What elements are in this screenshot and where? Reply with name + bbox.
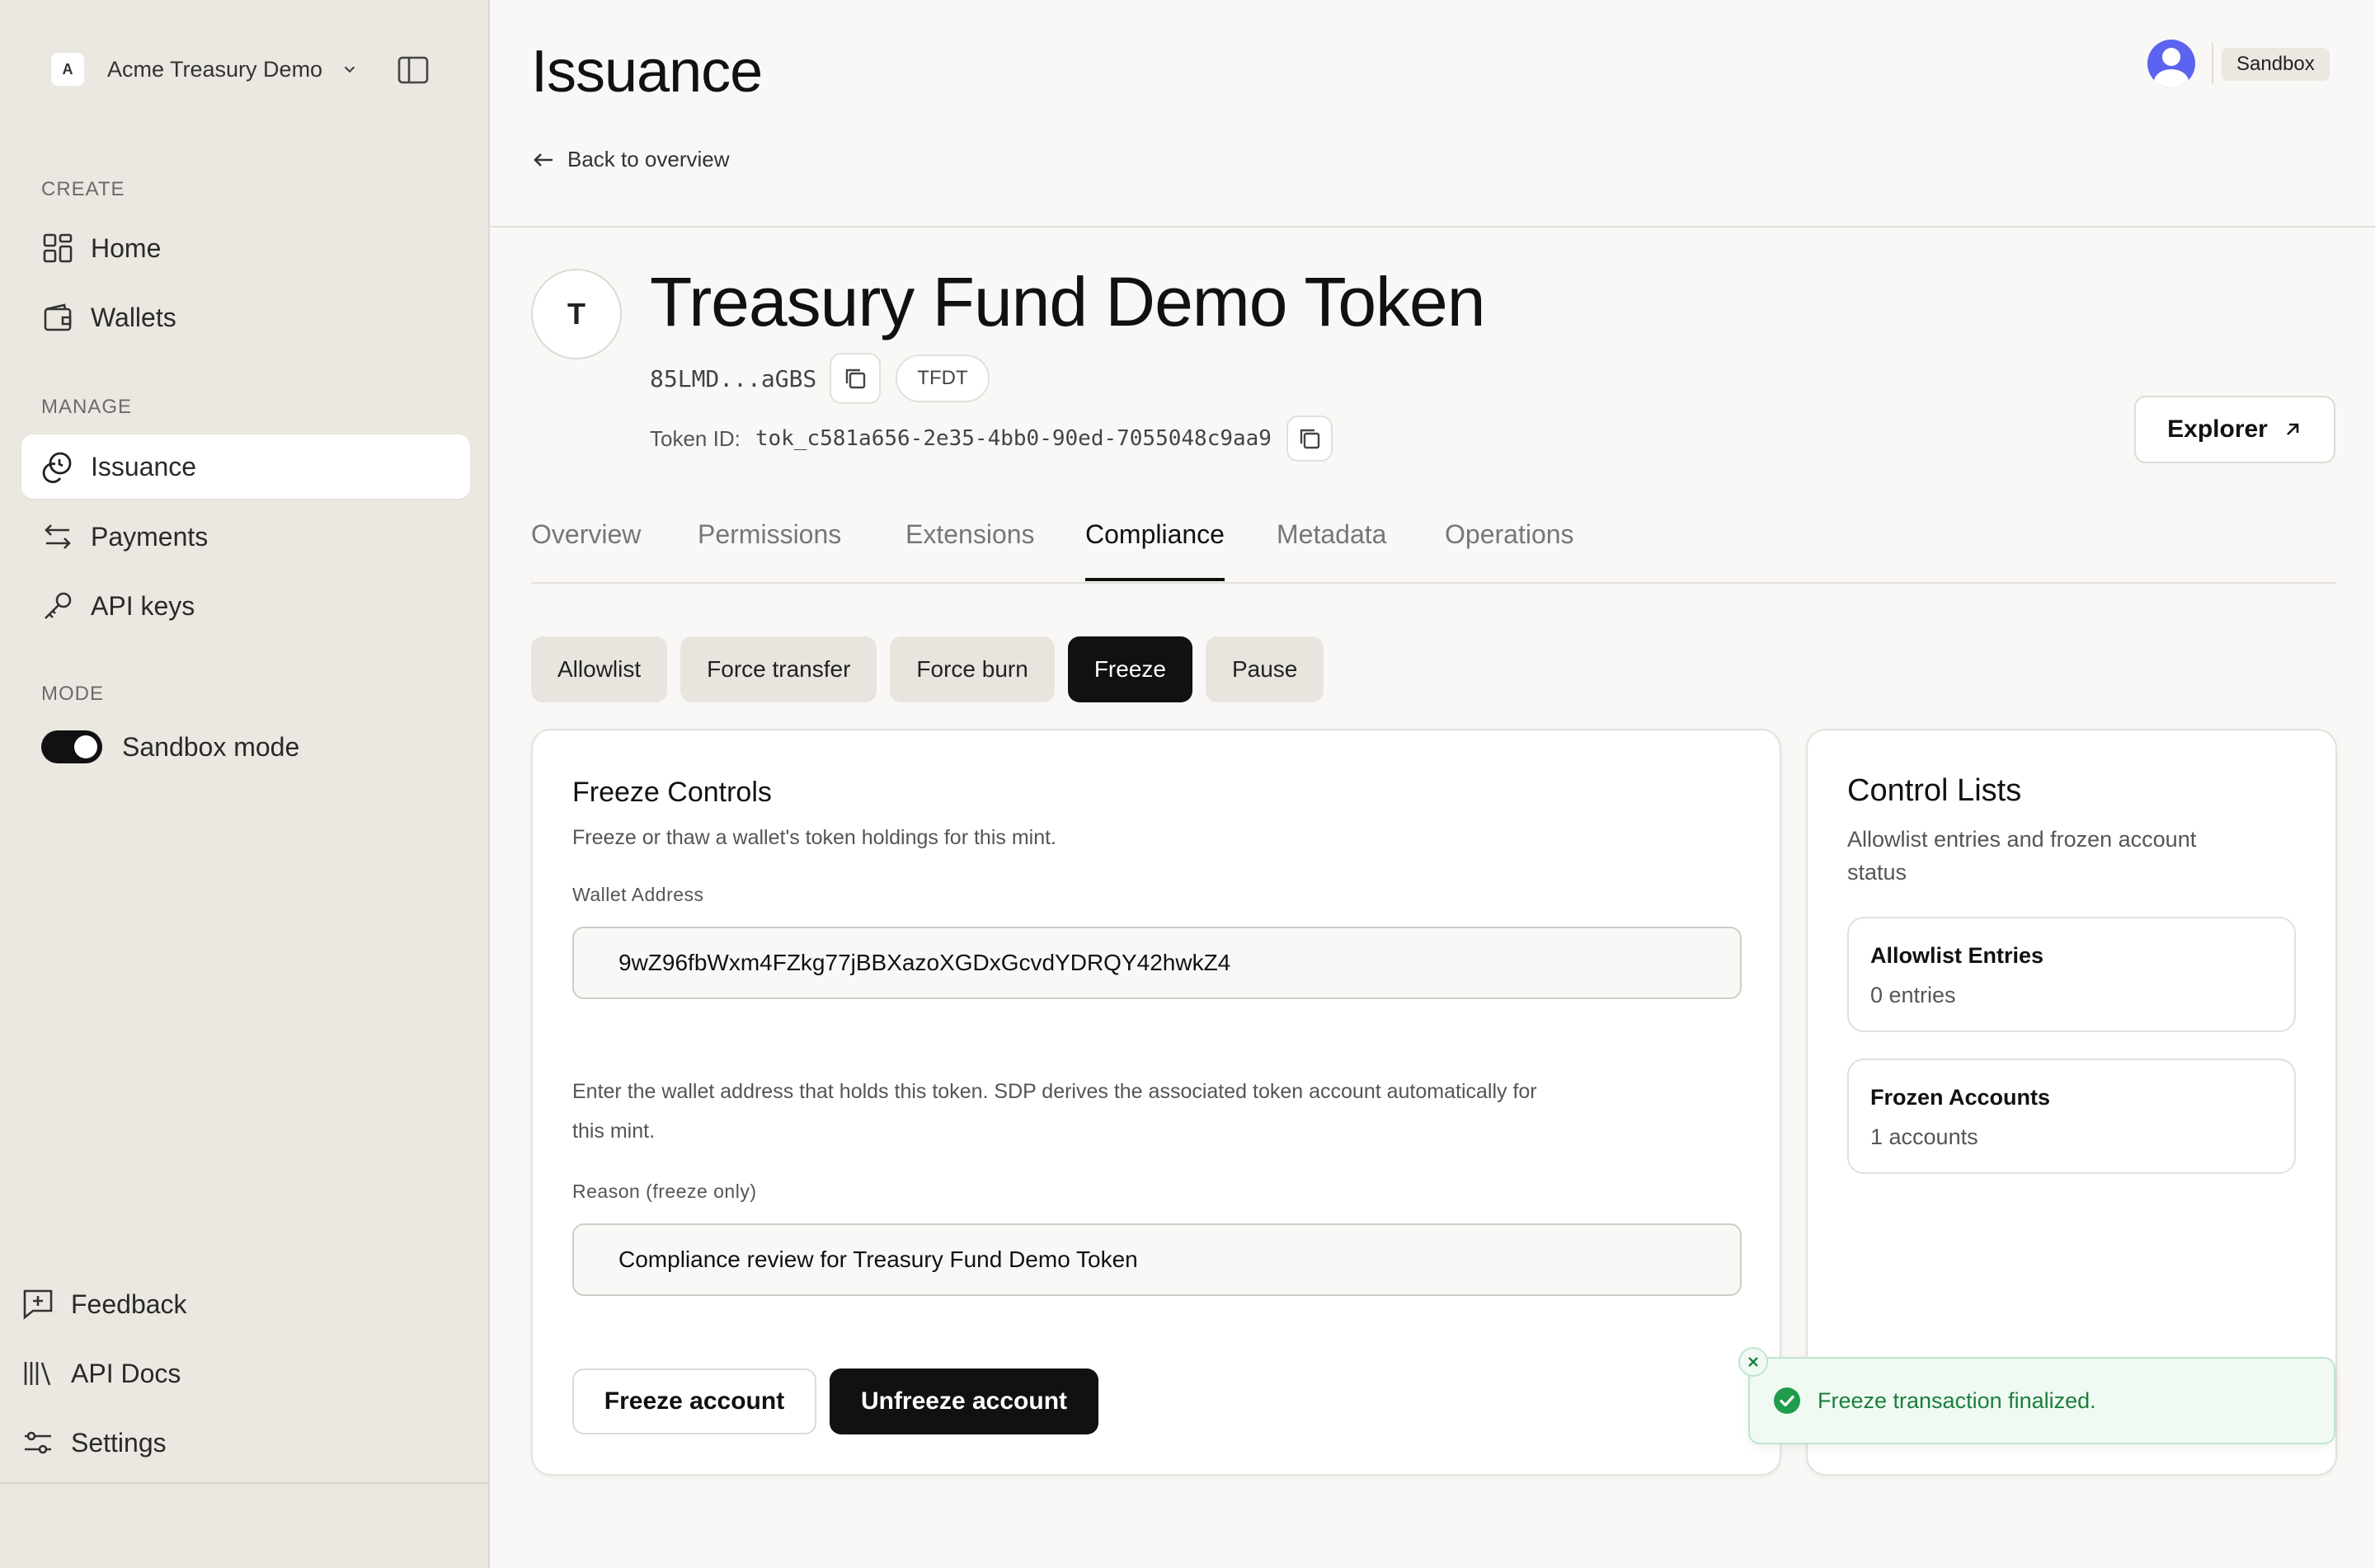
sidebar-item-label: Payments (91, 521, 209, 552)
frozen-accounts-box: Frozen Accounts 1 accounts (1847, 1059, 2296, 1174)
sandbox-mode-row: Sandbox mode (41, 730, 299, 763)
token-address-row: 85LMD...aGBS TFDT (650, 353, 990, 404)
subtab-force-transfer[interactable]: Force transfer (680, 636, 877, 702)
allowlist-entries-box: Allowlist Entries 0 entries (1847, 917, 2296, 1032)
freeze-account-button[interactable]: Freeze account (572, 1368, 816, 1434)
wallet-address-input[interactable]: 9wZ96fbWxm4FZkg77jBBXazoXGDxGcvdYDRQY42h… (572, 927, 1742, 999)
sidebar-item-api-docs[interactable]: API Docs (21, 1349, 181, 1398)
section-label-create: CREATE (41, 178, 125, 200)
freeze-controls-card: Freeze Controls Freeze or thaw a wallet'… (531, 729, 1781, 1476)
user-avatar[interactable] (2147, 40, 2195, 87)
freeze-controls-description: Freeze or thaw a wallet's token holdings… (572, 826, 1056, 849)
chevron-down-icon (344, 66, 355, 73)
subtab-freeze[interactable]: Freeze (1067, 636, 1192, 702)
tab-metadata[interactable]: Metadata (1277, 519, 1386, 578)
feedback-icon (23, 1289, 53, 1320)
allowlist-entries-title: Allowlist Entries (1870, 943, 2044, 968)
subtab-pause[interactable]: Pause (1205, 636, 1324, 702)
close-icon (1748, 1357, 1758, 1367)
section-label-manage: MANAGE (41, 396, 133, 418)
sidebar-item-settings[interactable]: Settings (21, 1418, 167, 1467)
external-arrow-icon (2286, 423, 2299, 435)
tab-overview[interactable]: Overview (531, 519, 641, 578)
frozen-accounts-value: 1 accounts (1870, 1124, 1978, 1149)
wallet-help-line-1: Enter the wallet address that holds this… (572, 1080, 1537, 1103)
copy-token-id-button[interactable] (1286, 415, 1333, 462)
unfreeze-account-button[interactable]: Unfreeze account (830, 1368, 1098, 1434)
header-divider (490, 226, 2375, 228)
sidebar-item-label: Settings (71, 1427, 167, 1458)
sidebar-item-feedback[interactable]: Feedback (21, 1279, 187, 1329)
toast-message: Freeze transaction finalized. (1818, 1387, 2096, 1413)
sandbox-mode-toggle[interactable] (41, 730, 102, 763)
wallet-icon (44, 303, 72, 331)
sidebar-item-label: Issuance (91, 451, 197, 481)
sliders-icon (25, 1431, 51, 1454)
sandbox-mode-label: Sandbox mode (122, 731, 300, 762)
org-switcher[interactable]: A Acme Treasury Demo (51, 48, 359, 91)
tab-operations[interactable]: Operations (1445, 519, 1574, 578)
reason-input[interactable]: Compliance review for Treasury Fund Demo… (572, 1223, 1742, 1296)
sidebar-item-wallets[interactable]: Wallets (21, 285, 470, 350)
reason-label: Reason (freeze only) (572, 1181, 757, 1202)
sidebar-item-label: Feedback (71, 1289, 187, 1319)
sidebar-toggle-icon[interactable] (397, 56, 429, 84)
sidebar-item-label: API Docs (71, 1358, 181, 1388)
token-name: Treasury Fund Demo Token (650, 263, 1485, 340)
wallet-help-line-2: this mint. (572, 1120, 656, 1143)
copy-address-button[interactable] (830, 353, 882, 404)
sidebar-item-payments[interactable]: Payments (21, 505, 470, 569)
main-content: Issuance Back to overview Sandbox T Trea… (488, 0, 2375, 1568)
subtab-force-burn[interactable]: Force burn (890, 636, 1055, 702)
arrow-left-icon (534, 153, 553, 167)
token-id-row: Token ID: tok_c581a656-2e35-4bb0-90ed-70… (650, 415, 1333, 462)
token-avatar: T (531, 269, 622, 359)
environment-badge: Sandbox (2222, 48, 2330, 81)
token-symbol-pill: TFDT (896, 354, 990, 402)
token-id-label: Token ID: (650, 425, 741, 451)
token-address: 85LMD...aGBS (650, 364, 817, 392)
toast-close-button[interactable] (1738, 1347, 1768, 1377)
explorer-button[interactable]: Explorer (2134, 396, 2335, 463)
sidebar-item-label: Wallets (91, 302, 176, 332)
token-tabs: Overview Permissions Extensions Complian… (531, 511, 2335, 584)
arrows-icon (45, 524, 71, 549)
back-to-overview-link[interactable]: Back to overview (531, 147, 730, 172)
sidebar-item-label: Home (91, 232, 162, 263)
sidebar: A Acme Treasury Demo CREATE Home Wallets… (0, 0, 488, 1484)
section-label-mode: MODE (41, 683, 104, 705)
org-name: Acme Treasury Demo (107, 56, 323, 82)
sidebar-item-label: API keys (91, 590, 195, 621)
frozen-accounts-title: Frozen Accounts (1870, 1085, 2051, 1110)
control-lists-title: Control Lists (1847, 773, 2022, 808)
copy-icon (846, 369, 866, 389)
tab-permissions[interactable]: Permissions (698, 519, 841, 578)
freeze-controls-title: Freeze Controls (572, 777, 772, 808)
wallet-address-label: Wallet Address (572, 884, 704, 905)
copy-icon (1300, 429, 1320, 449)
sidebar-item-home[interactable]: Home (21, 216, 470, 280)
control-lists-desc-line-2: status (1847, 860, 1907, 885)
back-link-label: Back to overview (567, 147, 730, 171)
grid-icon (43, 233, 73, 263)
explorer-button-label: Explorer (2167, 415, 2268, 443)
compliance-subtabs: Allowlist Force transfer Force burn Free… (531, 636, 1337, 702)
tab-compliance[interactable]: Compliance (1085, 519, 1225, 581)
tab-extensions[interactable]: Extensions (905, 519, 1035, 578)
allowlist-entries-value: 0 entries (1870, 983, 1956, 1007)
org-logo: A (51, 53, 84, 86)
check-circle-icon (1774, 1387, 1800, 1414)
coins-icon (42, 452, 72, 483)
sidebar-item-issuance[interactable]: Issuance (21, 434, 470, 499)
library-icon (24, 1362, 51, 1386)
sidebar-item-api-keys[interactable]: API keys (21, 574, 470, 638)
subtab-allowlist[interactable]: Allowlist (531, 636, 668, 702)
key-icon (45, 592, 72, 619)
token-id-value: tok_c581a656-2e35-4bb0-90ed-7055048c9aa9 (755, 426, 1272, 451)
control-lists-desc-line-1: Allowlist entries and frozen account (1847, 827, 2197, 852)
page-title: Issuance (531, 39, 763, 105)
header-divider-vertical (2212, 43, 2213, 84)
success-toast: Freeze transaction finalized. (1748, 1357, 2335, 1444)
